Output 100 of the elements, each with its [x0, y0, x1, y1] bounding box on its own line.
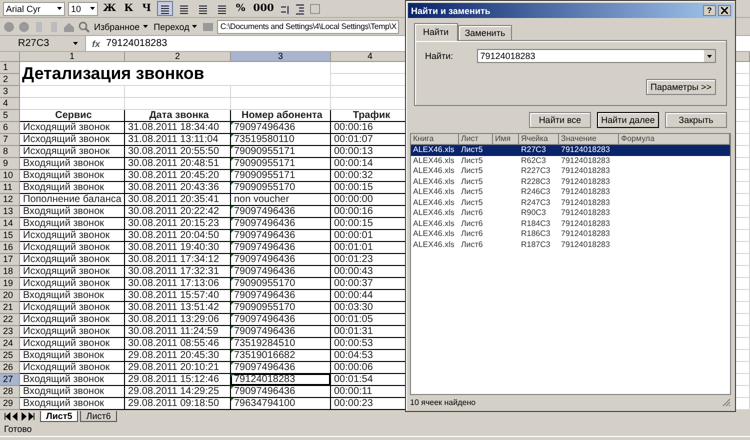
row-header[interactable]: 2: [0, 74, 20, 86]
result-row[interactable]: ALEX46.xls Лист5 R247C3 79124018283: [411, 198, 730, 208]
table-cell: Исходящий звонок: [20, 146, 125, 158]
row-header[interactable]: 6: [0, 122, 20, 134]
find-field[interactable]: 79124018283: [477, 49, 716, 63]
favorites-menu[interactable]: Избранное: [93, 22, 150, 32]
page-icon[interactable]: [202, 20, 214, 32]
table-cell: 79090955171: [231, 170, 331, 182]
caret-icon: [72, 40, 79, 47]
table-cell: 30.08.2011 17:32:31: [125, 266, 231, 278]
row-header[interactable]: 19: [0, 278, 20, 290]
row-header[interactable]: 25: [0, 350, 20, 362]
table-cell: 79097496436: [231, 242, 331, 254]
row-header[interactable]: 21: [0, 302, 20, 314]
column-header[interactable]: 2: [125, 52, 231, 62]
name-box[interactable]: R27C3: [0, 36, 86, 51]
result-row[interactable]: ALEX46.xls Лист5 R246C3 79124018283: [411, 187, 730, 198]
row-header[interactable]: 3: [0, 86, 20, 98]
indent-icon[interactable]: [294, 2, 306, 14]
table-cell: 29.08.2011 20:45:30: [125, 350, 231, 362]
table-cell: Исходящий звонок: [20, 134, 125, 146]
options-button[interactable]: Параметры >>: [646, 79, 716, 95]
table-header-cell: Сервис: [20, 110, 125, 122]
row-header[interactable]: 10: [0, 170, 20, 182]
column-header[interactable]: 1: [20, 52, 125, 62]
table-cell: 79097496436: [231, 230, 331, 242]
result-row[interactable]: ALEX46.xls Лист5 R27C3 79124018283: [411, 145, 730, 156]
result-row[interactable]: ALEX46.xls Лист6 R184C3 79124018283: [411, 218, 730, 229]
nav-icon[interactable]: [3, 20, 15, 32]
dialog-button[interactable]: Закрыть: [665, 112, 727, 128]
find-label: Найти:: [425, 51, 454, 61]
row-header[interactable]: 11: [0, 182, 20, 194]
dialog-tab[interactable]: Найти: [414, 23, 458, 41]
row-header[interactable]: 16: [0, 242, 20, 254]
table-cell: 30.08.2011 20:48:51: [125, 158, 231, 170]
format-button[interactable]: Ч: [139, 1, 154, 16]
resize-grip-icon[interactable]: [722, 398, 731, 406]
borders-icon[interactable]: [309, 2, 321, 14]
format-button[interactable]: К: [121, 1, 136, 16]
table-cell: 79090955170: [231, 302, 331, 314]
row-header[interactable]: 4: [0, 98, 20, 110]
corner-header[interactable]: [0, 52, 20, 62]
close-button[interactable]: [718, 5, 731, 16]
row-header[interactable]: 14: [0, 218, 20, 230]
result-row[interactable]: ALEX46.xls Лист6 R186C3 79124018283: [411, 229, 730, 240]
home-icon[interactable]: [63, 20, 75, 32]
row-header[interactable]: 13: [0, 206, 20, 218]
row-header[interactable]: 29: [0, 398, 20, 410]
row-header[interactable]: 12: [0, 194, 20, 206]
formula-value[interactable]: 79124018283: [106, 38, 168, 49]
search-icon[interactable]: [78, 20, 90, 32]
table-cell: 29.08.2011 14:29:25: [125, 386, 231, 398]
row-header[interactable]: 23: [0, 326, 20, 338]
row-header[interactable]: 8: [0, 146, 20, 158]
row-header[interactable]: 5: [0, 110, 20, 122]
sheet-tab[interactable]: Лист5: [40, 411, 78, 422]
table-cell: 79090955171: [231, 158, 331, 170]
align-button[interactable]: [157, 1, 174, 16]
row-header[interactable]: 9: [0, 158, 20, 170]
row-header[interactable]: 15: [0, 230, 20, 242]
help-button[interactable]: ?: [703, 5, 716, 16]
result-row[interactable]: ALEX46.xls Лист5 R228C3 79124018283: [411, 176, 730, 187]
row-header[interactable]: 7: [0, 134, 20, 146]
sheet-tab[interactable]: Лист6: [80, 411, 117, 422]
result-row[interactable]: ALEX46.xls Лист6 R187C3 79124018283: [411, 240, 730, 250]
row-header[interactable]: 26: [0, 362, 20, 374]
dialog-button[interactable]: Найти все: [529, 112, 591, 128]
page-icon[interactable]: [33, 20, 45, 32]
table-cell: Исходящий звонок: [20, 122, 125, 134]
font-select[interactable]: Arial Cyr: [3, 2, 65, 16]
row-header[interactable]: 1: [0, 62, 20, 74]
format-button[interactable]: Ж: [101, 1, 118, 16]
row-header[interactable]: 22: [0, 314, 20, 326]
column-header[interactable]: 3: [231, 52, 331, 62]
nav-icon[interactable]: [18, 20, 30, 32]
row-header[interactable]: 27: [0, 374, 20, 386]
table-cell: 30.08.2011 17:13:06: [125, 278, 231, 290]
function-button[interactable]: fx: [92, 38, 100, 48]
table-cell: 79124018283: [231, 374, 331, 386]
row-header[interactable]: 28: [0, 386, 20, 398]
go-menu[interactable]: Переход: [152, 22, 200, 32]
row-header[interactable]: 18: [0, 266, 20, 278]
table-cell: Исходящий звонок: [20, 278, 125, 290]
dialog-tab[interactable]: Заменить: [458, 25, 512, 41]
dialog-button[interactable]: Найти далее: [597, 112, 659, 128]
row-header[interactable]: 17: [0, 254, 20, 266]
result-row[interactable]: ALEX46.xls Лист5 R227C3 79124018283: [411, 166, 730, 176]
result-row[interactable]: ALEX46.xls Лист6 R90C3 79124018283: [411, 208, 730, 218]
number-format-button[interactable]: %: [233, 1, 248, 16]
size-select[interactable]: 10: [68, 2, 98, 16]
number-format-button[interactable]: 000: [251, 1, 276, 16]
address-field[interactable]: C:\Documents and Settings\4\Local Settings\Temp\X: [217, 20, 400, 34]
table-cell: 30.08.2011 20:43:36: [125, 182, 231, 194]
result-row[interactable]: ALEX46.xls Лист5 R62C3 79124018283: [411, 156, 730, 166]
table-cell: 30.08.2011 20:45:20: [125, 170, 231, 182]
page-icon[interactable]: [48, 20, 60, 32]
table-cell: 79097496436: [231, 218, 331, 230]
table-cell: Исходящий звонок: [20, 326, 125, 338]
row-header[interactable]: 24: [0, 338, 20, 350]
row-header[interactable]: 20: [0, 290, 20, 302]
